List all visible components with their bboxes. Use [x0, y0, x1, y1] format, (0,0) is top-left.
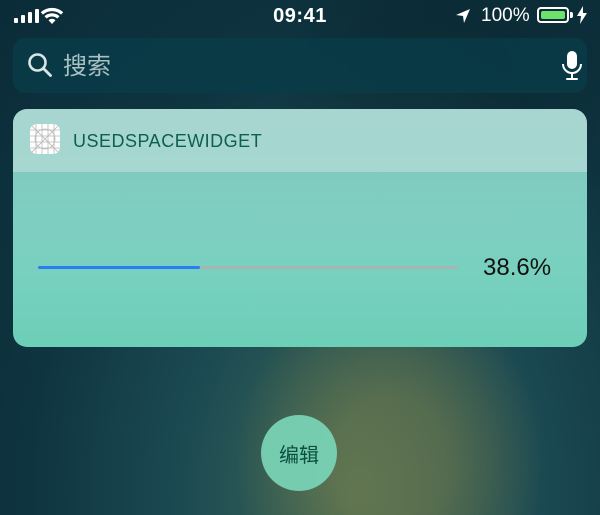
edit-button[interactable]: 编辑: [261, 415, 337, 491]
location-arrow-icon: [456, 9, 470, 23]
search-input[interactable]: [61, 50, 535, 82]
widget-title: USEDSPACEWIDGET: [73, 131, 263, 151]
battery-percentage: 100%: [481, 5, 530, 26]
used-space-progress-fill: [38, 266, 201, 269]
status-bar: 09:41 100%: [0, 0, 600, 34]
mic-icon[interactable]: [561, 50, 583, 82]
used-space-percentage: 38.6%: [483, 254, 552, 281]
charging-bolt-icon: [577, 6, 587, 24]
used-space-progress-bar: [38, 266, 458, 269]
battery-tip: [570, 12, 573, 18]
used-space-widget[interactable]: USEDSPACEWIDGET 38.6%: [13, 109, 587, 347]
search-bar[interactable]: [13, 38, 587, 93]
app-icon: [30, 124, 60, 154]
app-grid-icon: [30, 124, 60, 154]
battery-level-fill: [541, 11, 565, 19]
widget-header[interactable]: USEDSPACEWIDGET: [13, 109, 587, 172]
battery-icon: [537, 7, 569, 23]
search-icon: [28, 53, 52, 77]
